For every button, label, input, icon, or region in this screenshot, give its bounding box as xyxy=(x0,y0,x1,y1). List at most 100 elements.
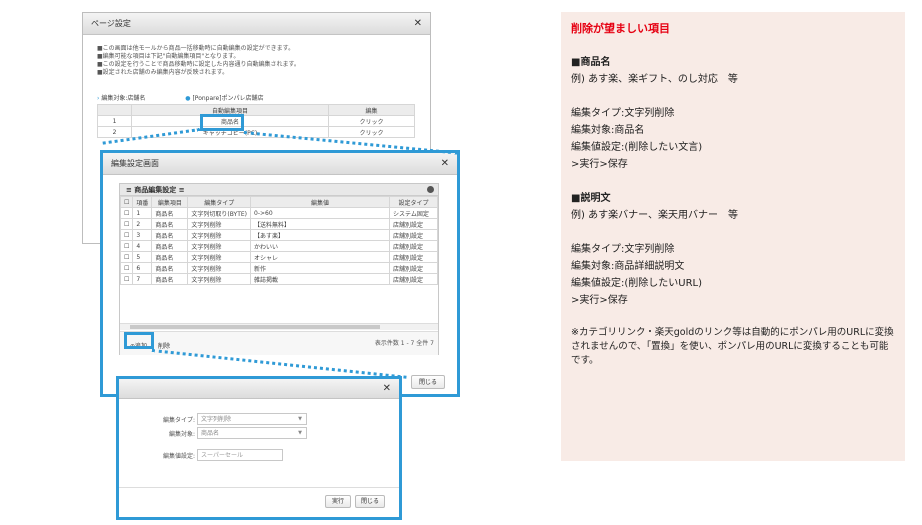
row-item: 商品名 xyxy=(151,262,189,274)
add-item-dialog: ✕ 編集タイプ: 文字列削除 ▼ 編集対象: 商品名 ▼ 編集値設定: スーパー… xyxy=(116,376,402,520)
note-title: 削除が望ましい項目 xyxy=(571,22,670,35)
section1-line: >実行>保存 xyxy=(571,159,628,170)
table-row: 1 商品名 クリック xyxy=(97,115,415,127)
edit-target-label: 編集対象: xyxy=(168,431,195,438)
table-row[interactable]: ☐ 2 商品名 文字列削除 【送料無料】 店舗別設定 xyxy=(119,218,438,230)
section1-line: 編集タイプ:文字列削除 xyxy=(571,108,675,119)
table-row[interactable]: ☐ 6 商品名 文字列削除 新作 店舗別設定 xyxy=(119,262,438,274)
section2-line: 編集対象:商品詳細説明文 xyxy=(571,261,685,272)
table-row[interactable]: ☐ 7 商品名 文字列削除 雑誌掲載 店舗別設定 xyxy=(119,273,438,285)
record-count: 表示件数 1 - 7 全件 7 xyxy=(374,340,434,347)
note-panel: 削除が望ましい項目 ■商品名 例) あす楽、楽ギフト、のし対応 等 編集タイプ:… xyxy=(561,12,905,461)
scrollbar-thumb[interactable] xyxy=(130,325,380,329)
row-checkbox[interactable]: ☐ xyxy=(119,207,134,219)
table-row[interactable]: ☐ 3 商品名 文字列削除 【あす楽】 店舗別設定 xyxy=(119,229,438,241)
row-item: 商品名 xyxy=(151,240,189,252)
edit-type-select[interactable]: 文字列削除 ▼ xyxy=(197,413,307,425)
row-item: 商品名 xyxy=(151,229,189,241)
row-type: 文字列削除 xyxy=(187,262,251,274)
horizontal-scrollbar[interactable] xyxy=(120,323,438,330)
row-setting-type: 店舗別設定 xyxy=(389,262,438,274)
info-line: ■この画面は他モールから商品一括移動時に自動編集の設定ができます。 xyxy=(97,45,295,52)
collapse-icon[interactable] xyxy=(427,186,434,193)
target-label: 編集対象:店舗名 xyxy=(101,95,146,102)
table-header: 項番 xyxy=(132,196,153,208)
row-value: 新作 xyxy=(250,262,390,274)
edit-type-label: 編集タイプ: xyxy=(162,417,195,424)
chevron-down-icon: ▼ xyxy=(298,430,302,436)
panel-header: ≡ 商品編集設定 ≡ xyxy=(120,184,438,196)
table-row[interactable]: ☐ 5 商品名 文字列削除 オシャレ 店舗別設定 xyxy=(119,251,438,263)
select-all-checkbox[interactable]: ☐ xyxy=(119,196,134,208)
section2-line: 編集値設定:(削除したいURL) xyxy=(571,278,703,289)
table-header: 編集 xyxy=(328,104,415,116)
table-row[interactable]: ☐ 4 商品名 文字列削除 かわいい 店舗別設定 xyxy=(119,240,438,252)
edit-value-input[interactable]: スーパーセール xyxy=(197,449,283,461)
row-checkbox[interactable]: ☐ xyxy=(119,229,134,241)
row-value: 0->60 xyxy=(250,207,390,219)
info-line: ■この設定を行うことで商品移動時に設定した内容通り自動編集されます。 xyxy=(97,61,300,68)
highlight-add-button xyxy=(124,332,154,349)
row-value: 雑誌掲載 xyxy=(250,273,390,285)
row-checkbox[interactable]: ☐ xyxy=(119,218,134,230)
edit-target-select[interactable]: 商品名 ▼ xyxy=(197,427,307,439)
row-number: 3 xyxy=(132,229,153,241)
page-settings-title: ページ設定 xyxy=(91,19,131,28)
row-setting-type: 店舗別設定 xyxy=(389,218,438,230)
add-dialog-titlebar: ✕ xyxy=(119,379,399,399)
row-checkbox[interactable]: ☐ xyxy=(119,240,134,252)
delete-button[interactable]: 削除 xyxy=(158,341,170,350)
edit-grid-panel: ≡ 商品編集設定 ≡ ☐ 項番 編集項目 編集タイプ 編集値 設定タイプ ☐ 1 商… xyxy=(119,183,439,355)
radio-icon[interactable]: ● xyxy=(185,95,190,102)
close-button[interactable]: 閉じる xyxy=(355,495,385,508)
edit-settings-titlebar: 編集設定画面 ✕ xyxy=(103,153,457,175)
section2-line: >実行>保存 xyxy=(571,295,628,306)
edit-target-value: 商品名 xyxy=(201,430,220,437)
section1-heading: ■商品名 xyxy=(571,57,611,68)
row-number: 6 xyxy=(132,262,153,274)
row-checkbox[interactable]: ☐ xyxy=(119,251,134,263)
row-type: 文字列削除 xyxy=(187,218,251,230)
section2-heading: ■説明文 xyxy=(571,193,611,204)
row-type: 文字列削除 xyxy=(187,273,251,285)
table-header: 編集タイプ xyxy=(187,196,251,208)
close-icon[interactable]: ✕ xyxy=(441,153,449,175)
run-button[interactable]: 実行 xyxy=(325,495,351,508)
store-option[interactable]: [Ponpare]ポンパレ店舗店 xyxy=(192,95,263,102)
close-icon[interactable]: ✕ xyxy=(414,13,422,35)
close-button[interactable]: 閉じる xyxy=(411,375,445,389)
row-value: 【送料無料】 xyxy=(250,218,390,230)
row-item: 商品名 xyxy=(151,207,189,219)
edit-type-value: 文字列削除 xyxy=(201,416,232,423)
info-text: ■この画面は他モールから商品一括移動時に自動編集の設定ができます。 ■編集可能な… xyxy=(97,45,300,77)
info-line: ■設定された店舗のみ編集内容が反映されます。 xyxy=(97,69,229,76)
target-row: › 編集対象:店舗名 ● [Ponpare]ポンパレ店舗店 xyxy=(97,93,427,102)
row-checkbox[interactable]: ☐ xyxy=(119,273,134,285)
row-number: 2 xyxy=(132,218,153,230)
row-type: 文字列切取り(BYTE) xyxy=(187,207,251,219)
section1-example: 例) あす楽、楽ギフト、のし対応 等 xyxy=(571,74,738,85)
row-setting-type: 店舗別設定 xyxy=(389,229,438,241)
section1-line: 編集対象:商品名 xyxy=(571,125,645,136)
row-edit-link[interactable]: クリック xyxy=(328,115,415,127)
row-checkbox[interactable]: ☐ xyxy=(119,262,134,274)
row-item: 商品名 xyxy=(151,218,189,230)
row-type: 文字列削除 xyxy=(187,240,251,252)
edit-settings-title: 編集設定画面 xyxy=(111,159,159,168)
section2-example: 例) あす楽バナー、楽天用バナー 等 xyxy=(571,210,738,221)
panel-title: ≡ 商品編集設定 ≡ xyxy=(126,186,185,194)
table-row[interactable]: ☐ 1 商品名 文字列切取り(BYTE) 0->60 システム固定 xyxy=(119,207,438,219)
row-number: 5 xyxy=(132,251,153,263)
edit-value-label: 編集値設定: xyxy=(162,453,195,460)
row-item: 商品名 xyxy=(151,251,189,263)
row-edit-link[interactable]: クリック xyxy=(328,126,415,138)
row-setting-type: 店舗別設定 xyxy=(389,251,438,263)
close-icon[interactable]: ✕ xyxy=(383,379,391,399)
page-settings-titlebar: ページ設定 ✕ xyxy=(83,13,430,35)
row-setting-type: システム固定 xyxy=(389,207,438,219)
row-setting-type: 店舗別設定 xyxy=(389,273,438,285)
row-value: 【あす楽】 xyxy=(250,229,390,241)
row-type: 文字列削除 xyxy=(187,251,251,263)
row-number: 4 xyxy=(132,240,153,252)
section1-line: 編集値設定:(削除したい文言) xyxy=(571,142,703,153)
